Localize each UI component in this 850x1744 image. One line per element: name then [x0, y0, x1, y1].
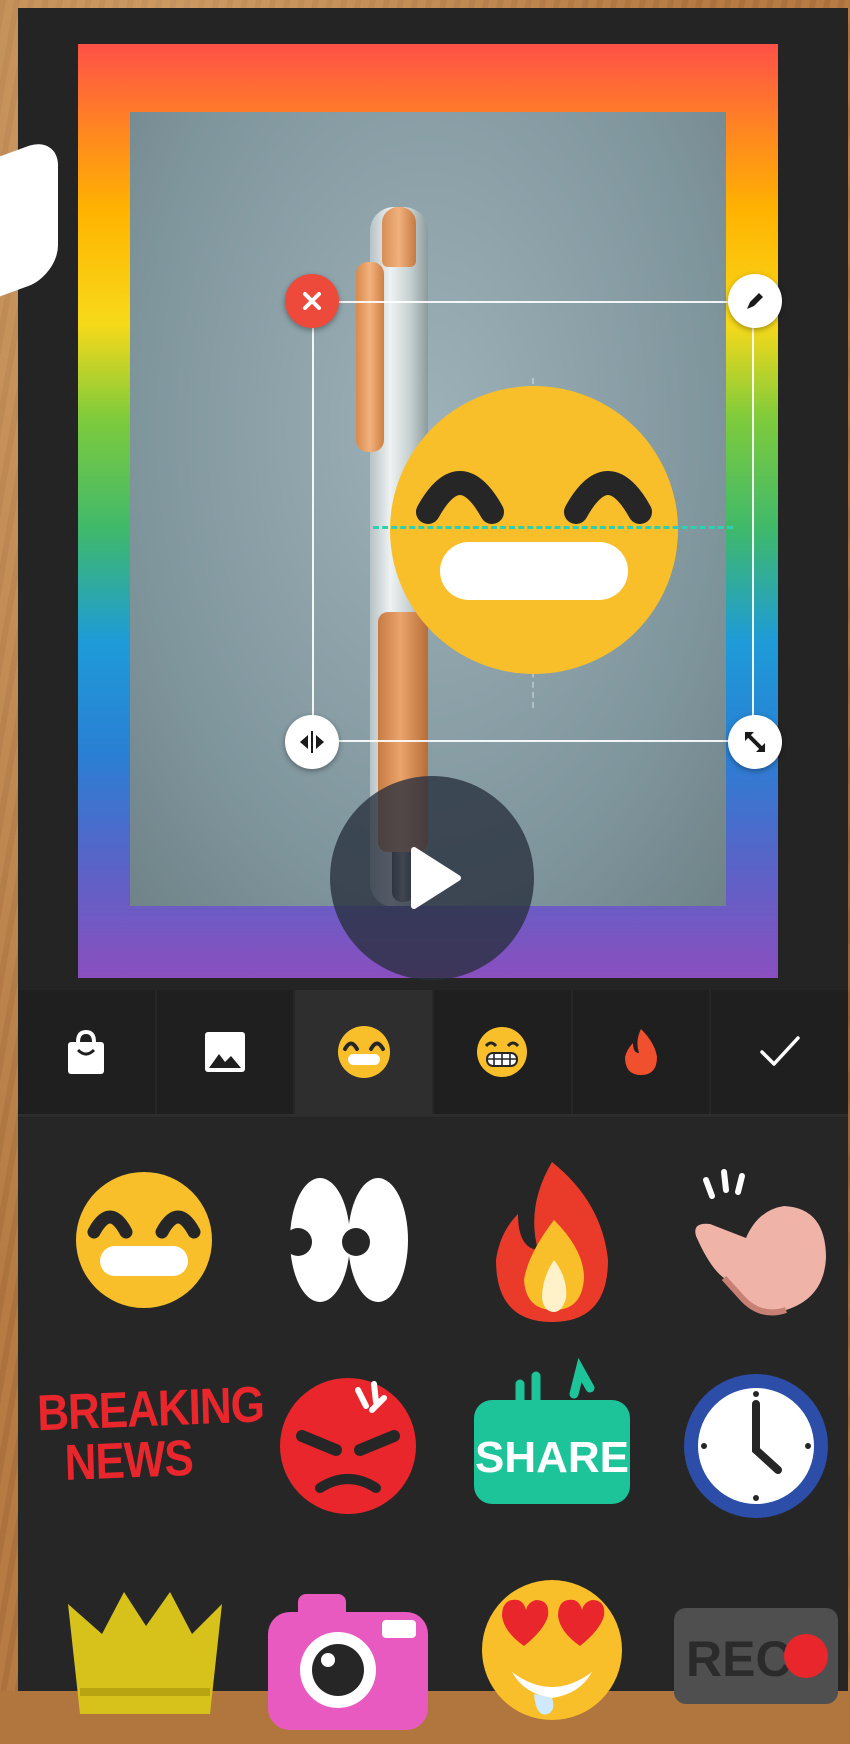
close-icon [303, 292, 321, 310]
selected-grinning-sticker[interactable] [388, 384, 680, 676]
breaking-news-text: BREAKING NEWS [36, 1376, 265, 1492]
eyes-sticker[interactable] [258, 1150, 438, 1330]
rec-sticker[interactable]: REC [666, 1564, 846, 1744]
resize-diagonal-icon [745, 732, 765, 752]
fire-sticker[interactable] [462, 1150, 642, 1330]
pencil-icon [747, 293, 763, 309]
tab-shop[interactable] [18, 990, 157, 1114]
flip-horizontal-icon [300, 731, 324, 753]
share-sign-sticker[interactable]: SHARE [462, 1354, 642, 1534]
sticker-category-tabs [18, 990, 848, 1117]
breaking-news-sticker[interactable]: BREAKING NEWS [36, 1354, 265, 1534]
checkmark-icon [759, 1036, 800, 1066]
callout-shape [0, 135, 58, 301]
tab-gallery[interactable] [157, 990, 296, 1114]
flip-handle-button[interactable] [285, 715, 339, 769]
share-text: SHARE [475, 1433, 629, 1482]
heart-eyes-sticker[interactable] [462, 1554, 642, 1734]
angry-face-sticker[interactable] [258, 1354, 438, 1534]
tab-emoji[interactable] [295, 990, 435, 1114]
shopping-bag-icon [68, 1029, 105, 1074]
play-icon [411, 847, 461, 909]
image-gallery-icon [205, 1032, 245, 1072]
app-screen: BREAKING NEWS SHARE REC [0, 8, 848, 1730]
camera-sticker[interactable] [258, 1564, 438, 1744]
sticker-grid: BREAKING NEWS SHARE REC [18, 1118, 848, 1730]
pen-cap [382, 207, 416, 267]
crown-sticker[interactable] [54, 1564, 234, 1744]
play-button[interactable] [330, 776, 534, 980]
fire-icon [625, 1029, 658, 1075]
grimacing-face-icon [477, 1027, 528, 1077]
tab-done[interactable] [711, 990, 848, 1114]
rec-text: REC [686, 1631, 792, 1687]
grinning-face-icon [337, 1026, 390, 1078]
clock-sticker[interactable] [666, 1354, 846, 1534]
scale-handle-button[interactable] [728, 715, 782, 769]
grinning-face-sticker[interactable] [54, 1150, 234, 1330]
edit-handle-button[interactable] [728, 274, 782, 328]
tab-emoji-alt[interactable] [434, 990, 573, 1114]
tab-fire[interactable] [573, 990, 712, 1114]
delete-handle-button[interactable] [285, 274, 339, 328]
horizontal-center-guide [373, 526, 733, 529]
clapping-hand-sticker[interactable] [666, 1150, 846, 1330]
